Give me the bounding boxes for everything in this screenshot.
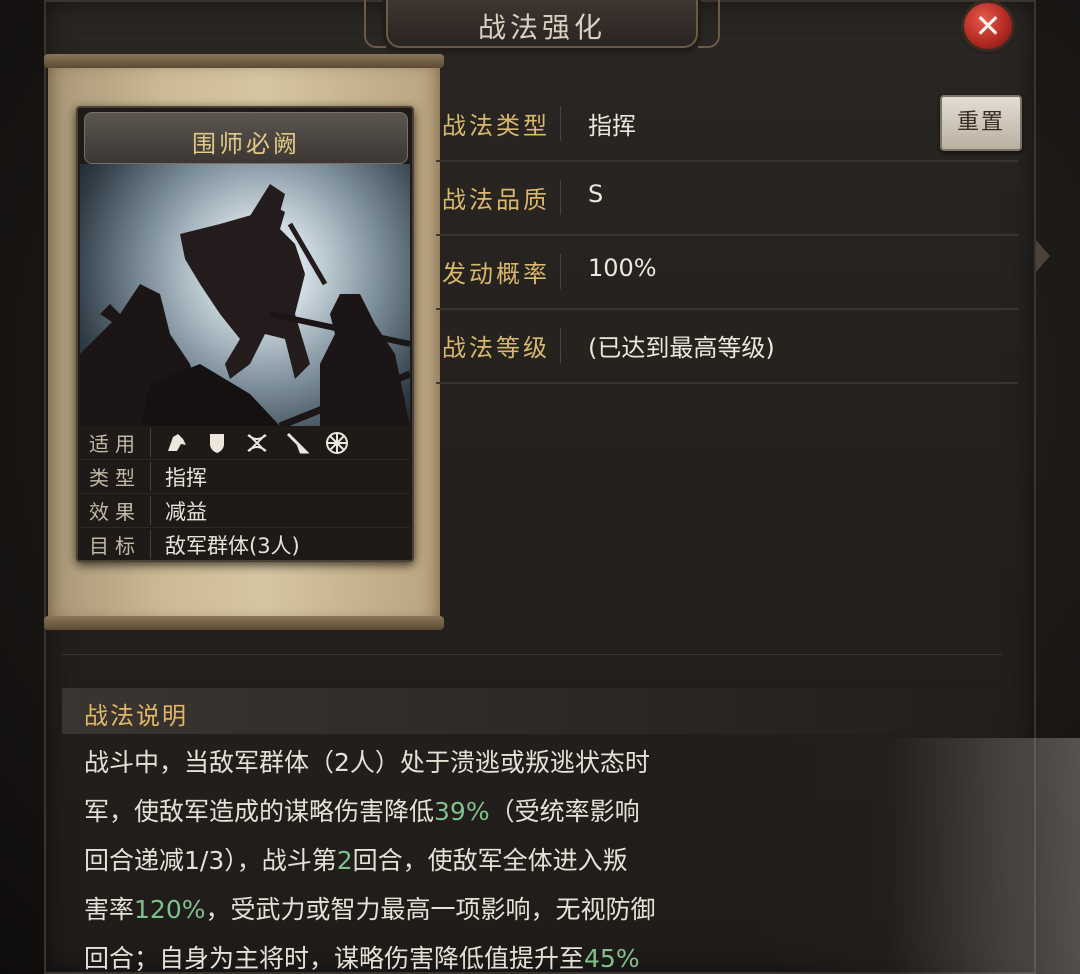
attr-value: 指挥 xyxy=(588,112,636,140)
attr-row-skill-type: 战法类型 指挥 xyxy=(436,88,1018,162)
skill-name: 围师必阙 xyxy=(192,130,300,158)
effect-label: 效果 xyxy=(80,496,151,525)
text-span: ，受武力或智力最高一项影响，无视防御 xyxy=(205,895,656,924)
shield-icon xyxy=(210,433,224,453)
attr-row-skill-quality: 战法品质 S xyxy=(436,162,1018,236)
attr-label: 战法类型 xyxy=(442,106,561,141)
battle-silhouette-illustration xyxy=(80,184,410,426)
next-page-arrow[interactable] xyxy=(1036,240,1050,272)
card-row-effect: 效果 减益 xyxy=(80,494,410,528)
attr-value: 100% xyxy=(588,254,657,282)
target-value: 敌军群体(3人) xyxy=(165,533,300,558)
attr-value: (已达到最高等级) xyxy=(588,334,775,362)
description-line: 回合；自身为主将时，谋略伤害降低值提升至45% xyxy=(84,934,824,974)
page-title: 战法强化 xyxy=(477,11,606,44)
description-text: 战斗中，当敌军群体（2人）处于溃逃或叛逃状态时 军，使敌军造成的谋略伤害降低39… xyxy=(84,738,824,974)
card-row-applicable: 适用 xyxy=(80,426,410,460)
target-label: 目标 xyxy=(80,530,151,559)
crossbow-icon xyxy=(247,433,267,452)
attr-row-skill-level: 战法等级 (已达到最高等级) xyxy=(436,310,1018,384)
description-line: 害率120%，受武力或智力最高一项影响，无视防御 xyxy=(84,885,824,934)
effect-value: 减益 xyxy=(165,499,207,524)
attr-label: 发动概率 xyxy=(442,254,561,289)
description-title: 战法说明 xyxy=(84,702,188,730)
text-span: 回合；自身为主将时，谋略伤害降低值提升至 xyxy=(84,944,585,973)
text-fade-overlay xyxy=(760,738,1080,974)
highlight-value: 39% xyxy=(434,797,490,826)
text-span: （受统率影响 xyxy=(489,797,640,826)
applicable-label: 适用 xyxy=(80,428,151,457)
card-row-type: 类型 指挥 xyxy=(80,460,410,494)
attr-label: 战法品质 xyxy=(442,180,561,215)
close-icon: ✕ xyxy=(974,7,1002,45)
attr-label: 战法等级 xyxy=(442,328,561,363)
attr-value: S xyxy=(588,180,604,208)
description-line: 战斗中，当敌军群体（2人）处于溃逃或叛逃状态时 xyxy=(84,738,824,787)
text-span: 回合递减1/3），战斗第 xyxy=(84,846,337,875)
scroll-rod-top xyxy=(44,54,444,68)
applicable-units xyxy=(151,431,349,455)
close-button[interactable]: ✕ xyxy=(964,3,1012,49)
card-title-bar: 围师必阙 xyxy=(84,112,408,164)
reset-button[interactable]: 重置 xyxy=(940,95,1022,151)
skill-artwork xyxy=(80,164,410,426)
highlight-value: 2 xyxy=(336,846,353,875)
highlight-value: 45% xyxy=(584,944,640,973)
cavalry-icon xyxy=(168,433,186,451)
section-divider xyxy=(62,654,1002,655)
text-span: 害率 xyxy=(84,895,135,924)
siege-icon xyxy=(326,431,348,454)
attr-row-trigger-rate: 发动概率 100% xyxy=(436,236,1018,310)
description-line: 军，使敌军造成的谋略伤害降低39%（受统率影响 xyxy=(84,787,824,836)
highlight-value: 120% xyxy=(134,895,206,924)
type-value: 指挥 xyxy=(165,465,207,490)
text-span: 战斗中，当敌军群体（2人）处于溃逃或叛逃状态时 xyxy=(84,748,650,777)
scroll-rod-bottom xyxy=(44,616,444,630)
text-span: 回合，使敌军全体进入叛 xyxy=(352,846,628,875)
spear-icon xyxy=(286,432,309,453)
card-row-target: 目标 敌军群体(3人) xyxy=(80,528,410,561)
text-span: 军，使敌军造成的谋略伤害降低 xyxy=(84,797,435,826)
card-info-rows: 适用 类型 指挥 效果 减益 目标 敌军群体(3人) xyxy=(80,426,410,561)
skill-card: 围师必阙 适用 类型 指挥 效果 减益 目标 敌军群体(3人) xyxy=(76,106,414,562)
type-label: 类型 xyxy=(80,462,151,491)
description-line: 回合递减1/3），战斗第2回合，使敌军全体进入叛 xyxy=(84,836,824,885)
title-plate: 战法强化 xyxy=(364,0,720,48)
description-header: 战法说明 xyxy=(62,688,1002,734)
